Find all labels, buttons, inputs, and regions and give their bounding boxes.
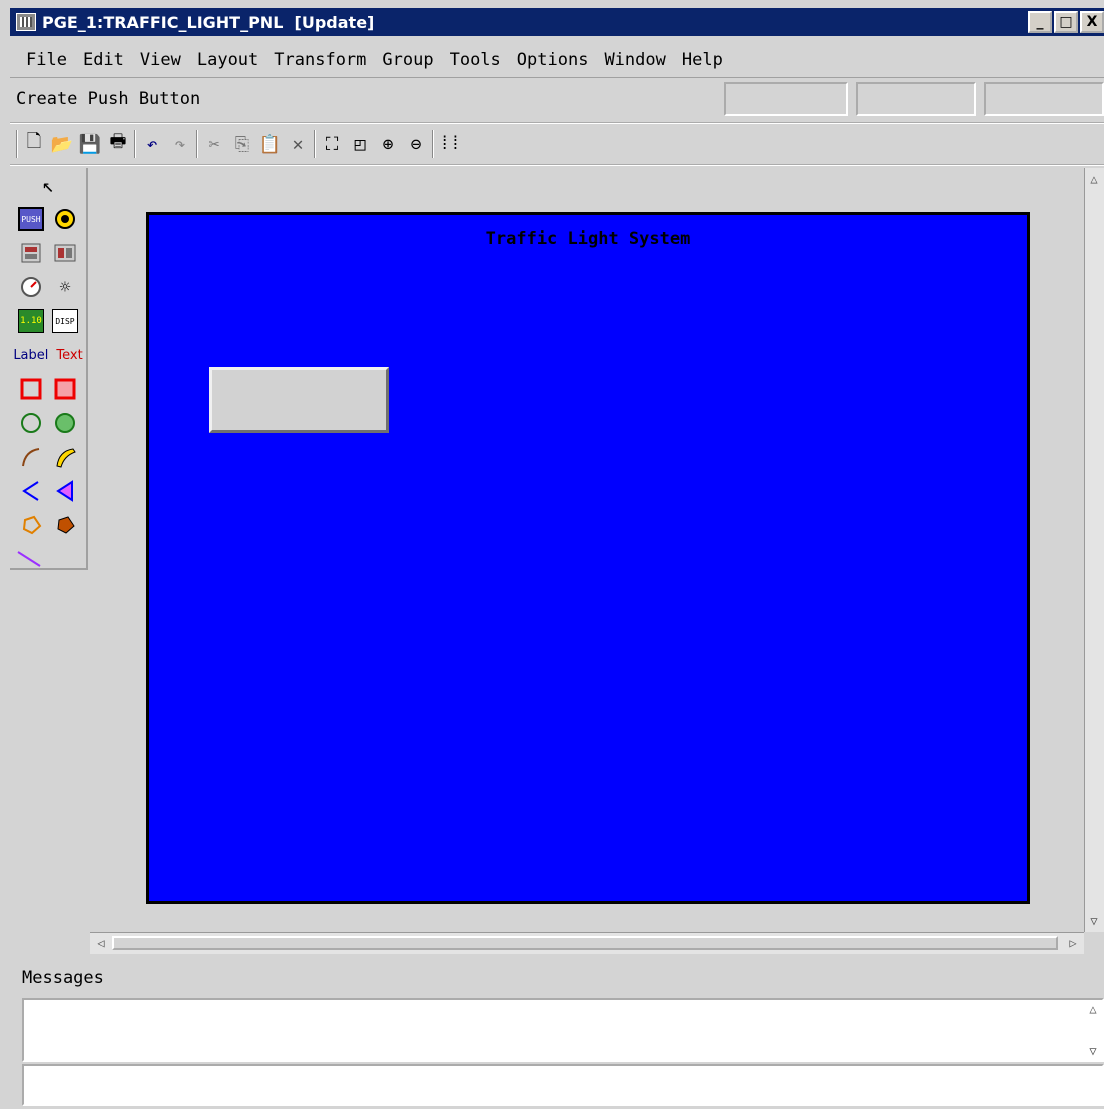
- close-button[interactable]: X: [1080, 11, 1104, 33]
- lamp-tool-icon[interactable]: ☼: [52, 275, 78, 299]
- menu-group[interactable]: Group: [382, 50, 433, 70]
- zoom-box-icon[interactable]: ◰: [348, 132, 372, 156]
- messages-box[interactable]: △ ▽: [22, 998, 1104, 1062]
- menu-layout[interactable]: Layout: [197, 50, 258, 70]
- save-icon[interactable]: 💾: [78, 132, 102, 156]
- status-field-2: [856, 82, 976, 116]
- grid-icon[interactable]: ⁞⁞: [438, 132, 462, 156]
- zoom-out-icon[interactable]: ⊖: [404, 132, 428, 156]
- cut-icon[interactable]: ✂: [202, 132, 226, 156]
- indicator-tool-icon[interactable]: [52, 207, 78, 231]
- copy-icon[interactable]: ⎘: [230, 132, 254, 156]
- menu-edit[interactable]: Edit: [83, 50, 124, 70]
- messages-scroll-down-icon[interactable]: ▽: [1084, 1042, 1102, 1060]
- polygon-tool-icon[interactable]: [18, 513, 44, 537]
- editor-window: PGE_1:TRAFFIC_LIGHT_PNL [Update] _ □ X F…: [0, 0, 1104, 1109]
- scroll-left-icon[interactable]: ◁: [92, 934, 110, 952]
- menu-tools[interactable]: Tools: [450, 50, 501, 70]
- scroll-down-icon[interactable]: ▽: [1085, 912, 1103, 930]
- push-button-object[interactable]: [209, 367, 389, 433]
- filled-rectangle-tool-icon[interactable]: [52, 377, 78, 401]
- display-tool-icon[interactable]: DISP: [52, 309, 78, 333]
- window-controls: _ □ X: [1026, 11, 1104, 33]
- chord-tool-icon[interactable]: [18, 479, 44, 503]
- filled-polygon-tool-icon[interactable]: [52, 513, 78, 537]
- delete-icon[interactable]: ✕: [286, 132, 310, 156]
- minimize-button[interactable]: _: [1028, 11, 1052, 33]
- open-folder-icon[interactable]: 📂: [50, 132, 74, 156]
- toolbar-separator: [432, 130, 434, 158]
- scroll-up-icon[interactable]: △: [1085, 170, 1103, 188]
- line-tool-icon[interactable]: [16, 547, 42, 571]
- menu-bar: File Edit View Layout Transform Group To…: [10, 42, 1104, 78]
- toolbar-separator: [314, 130, 316, 158]
- toolbar: 🗋 📂 💾 🖶 ↶ ↷ ✂ ⎘ 📋 ✕ ⛶ ◰ ⊕ ⊖ ⁞⁞: [10, 122, 1104, 166]
- redo-icon[interactable]: ↷: [168, 132, 192, 156]
- scroll-thumb[interactable]: [112, 936, 1058, 950]
- vertical-scrollbar[interactable]: △ ▽: [1084, 168, 1104, 932]
- status-text: Create Push Button: [16, 89, 201, 109]
- toolbar-separator: [196, 130, 198, 158]
- title-bar: PGE_1:TRAFFIC_LIGHT_PNL [Update] _ □ X: [10, 8, 1104, 36]
- select-arrow-icon[interactable]: ↖: [35, 173, 61, 197]
- toolbar-separator: [134, 130, 136, 158]
- menu-window[interactable]: Window: [604, 50, 665, 70]
- label-tool[interactable]: Label: [13, 348, 48, 363]
- toggle-tool-icon[interactable]: [18, 241, 44, 265]
- menu-view[interactable]: View: [140, 50, 181, 70]
- gauge-tool-icon[interactable]: [18, 275, 44, 299]
- status-field-1: [724, 82, 848, 116]
- menu-transform[interactable]: Transform: [274, 50, 366, 70]
- filled-circle-tool-icon[interactable]: [52, 411, 78, 435]
- rectangle-tool-icon[interactable]: [18, 377, 44, 401]
- tool-palette: ↖ PUSH ☼ 1.10 DISP Label Text: [10, 168, 88, 570]
- paste-icon[interactable]: 📋: [258, 132, 282, 156]
- panel-canvas[interactable]: Traffic Light System: [146, 212, 1030, 904]
- undo-icon[interactable]: ↶: [140, 132, 164, 156]
- scroll-right-icon[interactable]: ▷: [1064, 934, 1082, 952]
- menu-file[interactable]: File: [26, 50, 67, 70]
- fit-window-icon[interactable]: ⛶: [320, 132, 344, 156]
- drawing-area[interactable]: Traffic Light System: [90, 168, 1084, 932]
- zoom-in-icon[interactable]: ⊕: [376, 132, 400, 156]
- messages-label: Messages: [22, 968, 104, 988]
- maximize-button[interactable]: □: [1054, 11, 1078, 33]
- print-icon[interactable]: 🖶: [106, 131, 130, 156]
- window-title: PGE_1:TRAFFIC_LIGHT_PNL [Update]: [42, 12, 375, 32]
- arc-tool-icon[interactable]: [18, 445, 44, 469]
- selector-tool-icon[interactable]: [52, 241, 78, 265]
- new-file-icon[interactable]: 🗋: [22, 131, 46, 156]
- app-icon: [16, 13, 36, 31]
- numeric-display-tool-icon[interactable]: 1.10: [18, 309, 44, 333]
- toolbar-separator: [16, 130, 18, 158]
- panel-title-label[interactable]: Traffic Light System: [149, 229, 1027, 249]
- status-field-3: [984, 82, 1104, 116]
- messages-scroll-up-icon[interactable]: △: [1084, 1000, 1102, 1018]
- filled-chord-tool-icon[interactable]: [52, 479, 78, 503]
- push-button-tool-icon[interactable]: PUSH: [18, 207, 44, 231]
- command-input[interactable]: [22, 1064, 1104, 1106]
- text-tool[interactable]: Text: [56, 348, 82, 363]
- horizontal-scrollbar[interactable]: ◁ ▷: [90, 932, 1084, 954]
- menu-options[interactable]: Options: [517, 50, 589, 70]
- menu-help[interactable]: Help: [682, 50, 723, 70]
- status-line: Create Push Button: [10, 80, 1104, 118]
- circle-tool-icon[interactable]: [18, 411, 44, 435]
- filled-arc-tool-icon[interactable]: [52, 445, 78, 469]
